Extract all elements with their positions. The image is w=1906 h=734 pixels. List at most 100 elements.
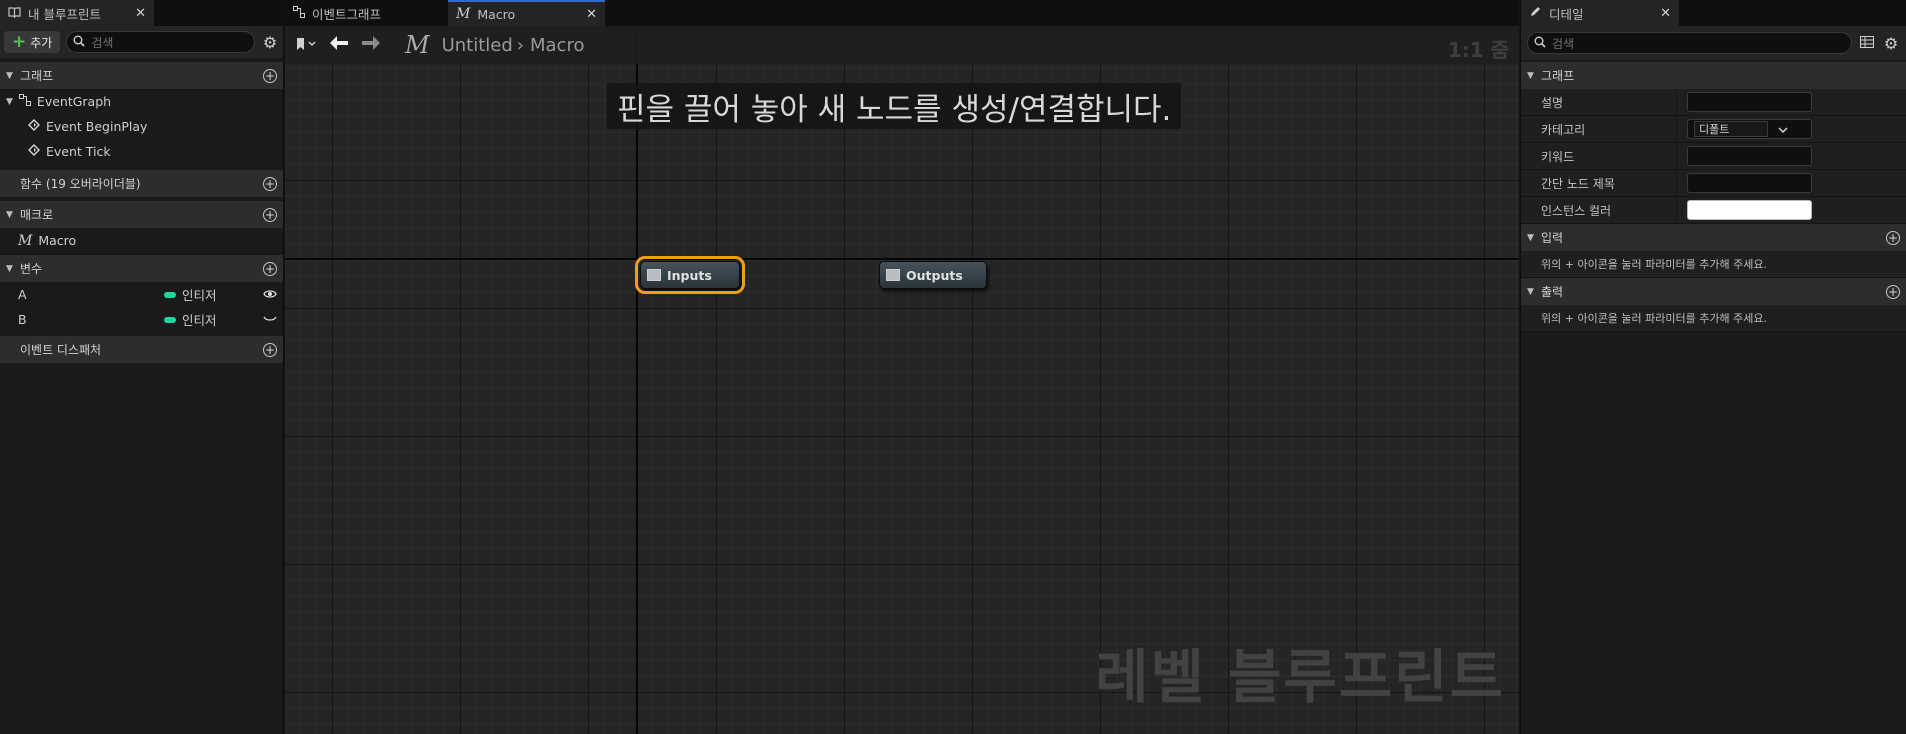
details-section-graph[interactable]: ▼ 그래프 [1521, 62, 1906, 89]
tree-item-begin-play[interactable]: Event BeginPlay [0, 114, 283, 139]
details-section-outputs[interactable]: ▼ 출력 + [1521, 278, 1906, 305]
section-macros[interactable]: ▼ 매크로 + [0, 201, 283, 228]
graph-hint: 핀을 끌어 놓아 새 노드를 생성/연결합니다. [607, 83, 1182, 129]
tree-item-macro[interactable]: M Macro [0, 228, 283, 253]
add-graph-icon[interactable]: + [263, 68, 277, 83]
add-button-label: 추가 [30, 35, 53, 50]
section-event-dispatchers[interactable]: 이벤트 디스패처 + [0, 336, 283, 363]
add-function-icon[interactable]: + [263, 176, 277, 191]
collapse-triangle-icon: ▼ [1527, 232, 1534, 243]
section-variables[interactable]: ▼ 변수 + [0, 255, 283, 282]
my-blueprint-panel: 내 블루프린트 ✕ + 추가 검색 ⚙ ▼ 그래프 + ▼ EventGraph [0, 0, 284, 734]
category-combo[interactable]: 디폴트 [1687, 119, 1812, 139]
chevron-down-icon [1778, 123, 1788, 136]
search-icon [1534, 36, 1546, 51]
variable-row[interactable]: B 인티저 [0, 307, 283, 332]
details-search-input[interactable]: 검색 [1527, 32, 1852, 54]
add-macro-icon[interactable]: + [263, 207, 277, 222]
prop-description-label: 설명 [1521, 89, 1677, 115]
tab-my-blueprint[interactable]: 내 블루프린트 ✕ [0, 0, 154, 26]
details-section-graph-label: 그래프 [1541, 69, 1575, 83]
outputs-node[interactable]: Outputs [879, 261, 987, 289]
macro-icon: M [405, 31, 430, 59]
prop-compact-title-label: 간단 노드 제목 [1521, 170, 1677, 196]
node-icon [647, 269, 661, 281]
macro-icon: M [18, 232, 33, 249]
forward-arrow-icon[interactable] [361, 35, 381, 55]
back-arrow-icon[interactable] [329, 35, 349, 55]
gear-icon[interactable]: ⚙ [261, 33, 279, 52]
inputs-node-label: Inputs [667, 267, 712, 283]
details-search-placeholder: 검색 [1552, 36, 1575, 51]
search-input[interactable]: 검색 [66, 31, 255, 53]
collapse-triangle-icon: ▼ [6, 70, 13, 81]
description-field[interactable] [1687, 92, 1812, 112]
my-blueprint-toolbar: + 추가 검색 ⚙ [0, 26, 283, 58]
instance-color-swatch[interactable] [1687, 200, 1812, 220]
section-event-dispatchers-label: 이벤트 디스패처 [20, 343, 102, 357]
variable-row[interactable]: A 인티저 [0, 282, 283, 307]
add-dispatcher-icon[interactable]: + [263, 342, 277, 357]
variable-type: 인티저 [182, 288, 217, 303]
tab-my-blueprint-label: 내 블루프린트 [28, 6, 101, 22]
variable-name: A [18, 287, 27, 302]
collapse-triangle-icon: ▼ [6, 263, 13, 274]
collapse-triangle-icon: ▼ [6, 96, 13, 107]
eye-open-icon[interactable] [263, 287, 277, 302]
details-section-inputs-label: 입력 [1541, 231, 1564, 245]
eye-closed-icon[interactable] [263, 312, 277, 327]
graph-icon [18, 94, 31, 109]
add-input-icon[interactable]: + [1886, 230, 1900, 245]
event-diamond-icon [28, 144, 40, 159]
tab-event-graph[interactable]: 이벤트그래프 [285, 0, 448, 26]
tab-macro-label: Macro [477, 6, 516, 22]
book-icon [8, 6, 21, 21]
close-icon[interactable]: ✕ [586, 7, 597, 22]
collapse-triangle-icon: ▼ [6, 209, 13, 220]
tab-event-graph-label: 이벤트그래프 [312, 6, 382, 22]
details-tabbar: 디테일 ✕ [1521, 0, 1906, 26]
section-macros-label: 매크로 [20, 208, 54, 222]
tab-details[interactable]: 디테일 ✕ [1521, 0, 1679, 26]
my-blueprint-tabbar: 내 블루프린트 ✕ [0, 0, 283, 26]
breadcrumb-root[interactable]: Untitled [442, 35, 513, 56]
category-value: 디폴트 [1694, 121, 1768, 137]
integer-type-pill [164, 291, 176, 298]
integer-type-pill [164, 316, 176, 323]
graph-toolbar: M Untitled › Macro 1:1 줌 [285, 26, 1519, 64]
tree-item-event-graph-label: EventGraph [36, 94, 112, 109]
bookmark-icon[interactable] [295, 36, 317, 55]
add-button[interactable]: + 추가 [4, 31, 61, 53]
section-graph[interactable]: ▼ 그래프 + [0, 62, 283, 89]
details-section-inputs[interactable]: ▼ 입력 + [1521, 224, 1906, 251]
tab-macro[interactable]: M Macro ✕ [448, 0, 605, 26]
section-functions[interactable]: 함수 (19 오버라이더블) + [0, 170, 283, 197]
add-variable-icon[interactable]: + [263, 261, 277, 276]
gear-icon[interactable]: ⚙ [1882, 34, 1900, 53]
close-icon[interactable]: ✕ [1660, 6, 1671, 21]
collapse-triangle-icon: ▼ [1527, 286, 1534, 297]
breadcrumb-separator-icon: › [516, 34, 524, 56]
keywords-field[interactable] [1687, 146, 1812, 166]
section-variables-label: 변수 [20, 262, 43, 276]
tree-item-event-graph[interactable]: ▼ EventGraph [0, 89, 283, 114]
inputs-node[interactable]: Inputs [635, 256, 745, 294]
variable-type: 인티저 [182, 313, 217, 328]
prop-keywords-label: 키워드 [1521, 143, 1677, 169]
section-graph-label: 그래프 [20, 69, 54, 83]
outputs-node-label: Outputs [906, 267, 963, 283]
details-search-bar: 검색 ⚙ [1521, 26, 1906, 60]
tree-item-tick[interactable]: Event Tick [0, 139, 283, 164]
add-output-icon[interactable]: + [1886, 284, 1900, 299]
graph-canvas[interactable]: M Untitled › Macro 1:1 줌 핀을 끌어 놓아 새 노드를 … [285, 26, 1519, 734]
table-view-icon[interactable] [1860, 35, 1874, 51]
search-placeholder: 검색 [91, 35, 114, 50]
compact-title-field[interactable] [1687, 173, 1812, 193]
close-icon[interactable]: ✕ [135, 6, 146, 21]
prop-compact-title: 간단 노드 제목 [1521, 170, 1906, 197]
prop-instance-color: 인스턴스 컬러 [1521, 197, 1906, 224]
tab-details-label: 디테일 [1549, 6, 1584, 22]
inputs-message: 위의 + 아이콘을 눌러 파라미터를 추가해 주세요. [1521, 251, 1906, 278]
breadcrumb-leaf[interactable]: Macro [530, 35, 584, 56]
origin-axis-vertical [636, 26, 638, 734]
